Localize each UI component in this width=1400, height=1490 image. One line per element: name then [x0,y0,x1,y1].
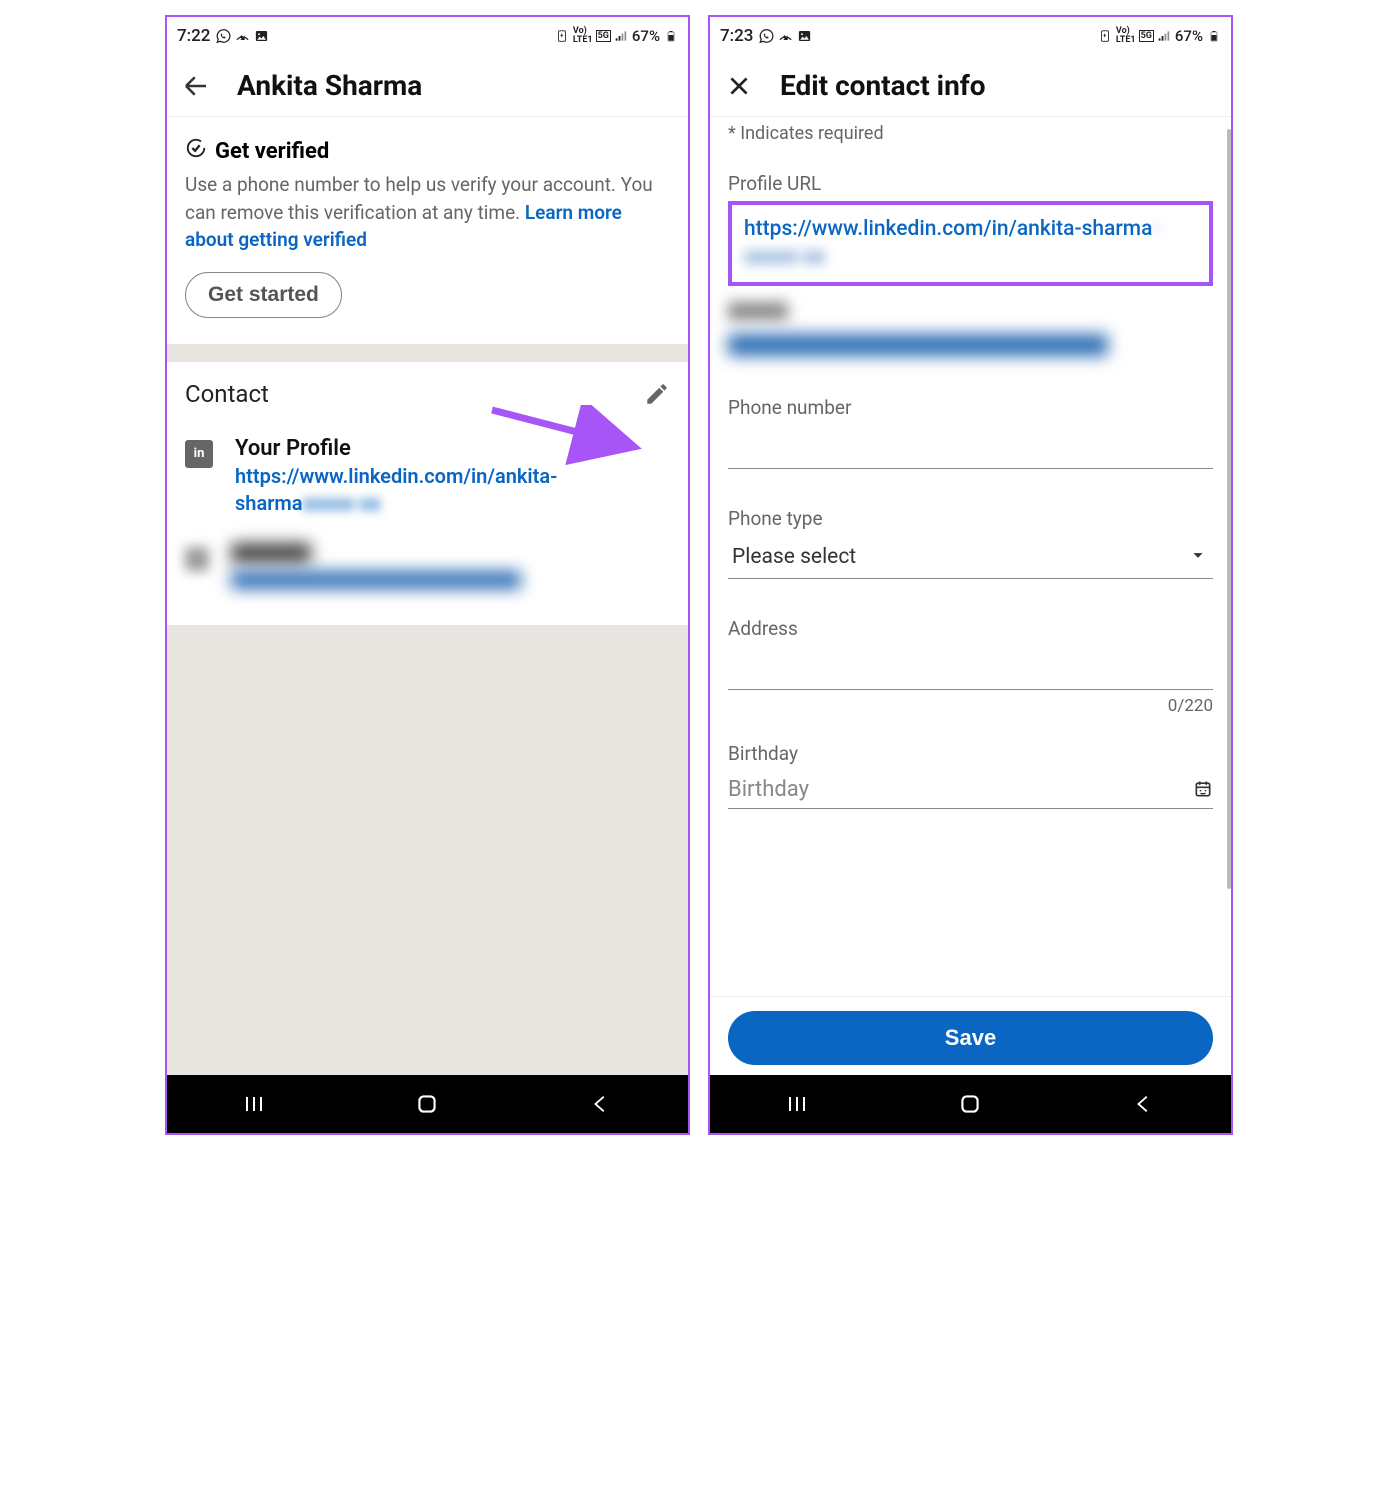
picture-icon [797,29,812,44]
address-input[interactable] [728,646,1213,690]
contact-section: Contact in Your Profile https://www.link… [167,362,688,625]
verified-card: Get verified Use a phone number to help … [167,117,688,344]
volte-icon: Vo)LTE1 [573,27,593,45]
picture-icon [254,29,269,44]
profile-url-field[interactable]: https://www.linkedin.com/in/ankita-sharm… [728,201,1213,286]
phone-type-value: Please select [732,545,856,569]
email-label-blurred [728,302,788,320]
phone-number-input[interactable] [728,425,1213,469]
divider [167,344,688,362]
edit-pencil-icon[interactable] [644,381,670,407]
phone-number-label: Phone number [728,396,1213,419]
5g-icon: 5G [596,30,611,42]
battery-icon [663,29,678,44]
address-char-count: 0/220 [728,696,1213,716]
email-icon [185,547,209,571]
missed-call-icon [778,29,793,44]
chevron-down-icon [1187,544,1209,570]
missed-call-icon [235,29,250,44]
signal-icon [1157,29,1172,44]
battery-icon [1206,29,1221,44]
home-nav-icon[interactable] [412,1089,442,1119]
verified-badge-icon [185,137,207,165]
blurred-label [231,543,311,563]
back-arrow-icon[interactable] [181,71,211,101]
page-title: Ankita Sharma [237,69,422,102]
whatsapp-icon [759,29,774,44]
phone-type-select[interactable]: Please select [728,536,1213,579]
profile-url-label: Your Profile [235,436,670,461]
recents-nav-icon[interactable] [239,1089,269,1119]
app-header: Edit contact info [710,55,1231,117]
status-bar: 7:22 Vo)LTE1 5G 67% [167,17,688,55]
birthday-input[interactable]: Birthday [728,771,1213,809]
email-item-blurred [185,543,670,589]
address-label: Address [728,617,1213,640]
profile-screen: 7:22 Vo)LTE1 5G 67% [165,15,690,1135]
recents-nav-icon[interactable] [782,1089,812,1119]
clock-time: 7:23 [720,26,753,46]
battery-percent: 67% [1175,27,1203,45]
email-value-blurred [728,334,1108,356]
contact-section-title: Contact [185,380,269,408]
battery-saver-icon [555,29,570,44]
verified-description: Use a phone number to help us verify you… [185,171,670,254]
phone-type-label: Phone type [728,507,1213,530]
back-nav-icon[interactable] [1129,1089,1159,1119]
signal-icon [614,29,629,44]
birthday-label: Birthday [728,742,1213,765]
linkedin-logo-icon: in [185,440,213,468]
empty-area [167,625,688,1075]
profile-url-link[interactable]: https://www.linkedin.com/in/ankita-sharm… [235,463,670,517]
battery-saver-icon [1098,29,1113,44]
status-bar: 7:23 Vo)LTE1 5G 67% [710,17,1231,55]
clock-time: 7:22 [177,26,210,46]
get-started-button[interactable]: Get started [185,272,342,318]
volte-icon: Vo)LTE1 [1116,27,1136,45]
calendar-icon [1193,779,1213,799]
android-nav-bar [710,1075,1231,1133]
edit-form: * Indicates required Profile URL https:/… [710,117,1231,996]
home-nav-icon[interactable] [955,1089,985,1119]
android-nav-bar [167,1075,688,1133]
required-indicator-text: * Indicates required [728,123,1213,144]
battery-percent: 67% [632,27,660,45]
verified-title-text: Get verified [215,139,329,164]
save-bar: Save [710,996,1231,1075]
whatsapp-icon [216,29,231,44]
save-button[interactable]: Save [728,1011,1213,1065]
profile-url-item: in Your Profile https://www.linkedin.com… [185,436,670,517]
birthday-placeholder: Birthday [728,777,809,802]
app-header: Ankita Sharma [167,55,688,117]
page-title: Edit contact info [780,69,986,102]
back-nav-icon[interactable] [586,1089,616,1119]
edit-contact-screen: 7:23 Vo)LTE1 5G 67% Edit contact info [708,15,1233,1135]
close-icon[interactable] [724,71,754,101]
blurred-value [231,571,521,589]
scrollbar[interactable] [1227,129,1231,889]
profile-url-label: Profile URL [728,172,1213,195]
5g-icon: 5G [1139,30,1154,42]
